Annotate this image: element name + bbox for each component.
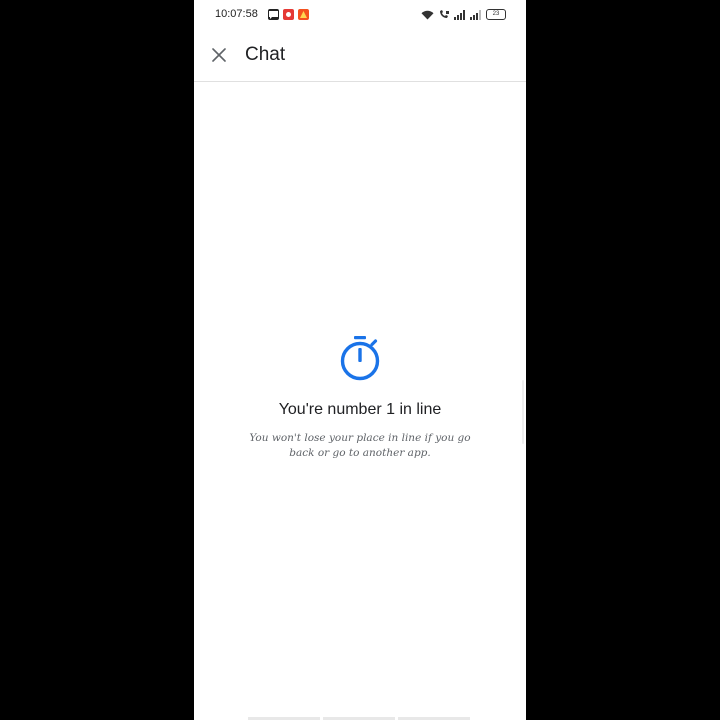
notification-icons	[268, 9, 309, 20]
volte-icon	[438, 9, 450, 20]
message-icon	[268, 9, 279, 20]
status-bar: 10:07:58 23	[194, 0, 526, 30]
close-icon	[212, 48, 226, 62]
close-button[interactable]	[206, 42, 232, 68]
app-bar: Chat	[194, 30, 526, 82]
queue-status: You're number 1 in line You won't lose y…	[194, 334, 526, 461]
wifi-icon	[421, 10, 434, 20]
system-icons: 23	[421, 9, 506, 20]
signal-icon-2	[470, 9, 482, 20]
queue-position-message: You won't lose your place in line if you…	[249, 432, 471, 459]
battery-icon: 23	[486, 9, 506, 20]
page-title: Chat	[245, 44, 286, 65]
status-time: 10:07:58	[215, 8, 258, 20]
stopwatch-icon	[340, 336, 380, 381]
record-icon	[283, 9, 294, 20]
phone-screen: 10:07:58 23 Chat You're number 1 in line…	[194, 0, 526, 720]
signal-icon	[454, 9, 466, 20]
scroll-indicator	[522, 380, 524, 444]
queue-position-title: You're number 1 in line	[278, 401, 442, 418]
app-alert-icon	[298, 9, 309, 20]
